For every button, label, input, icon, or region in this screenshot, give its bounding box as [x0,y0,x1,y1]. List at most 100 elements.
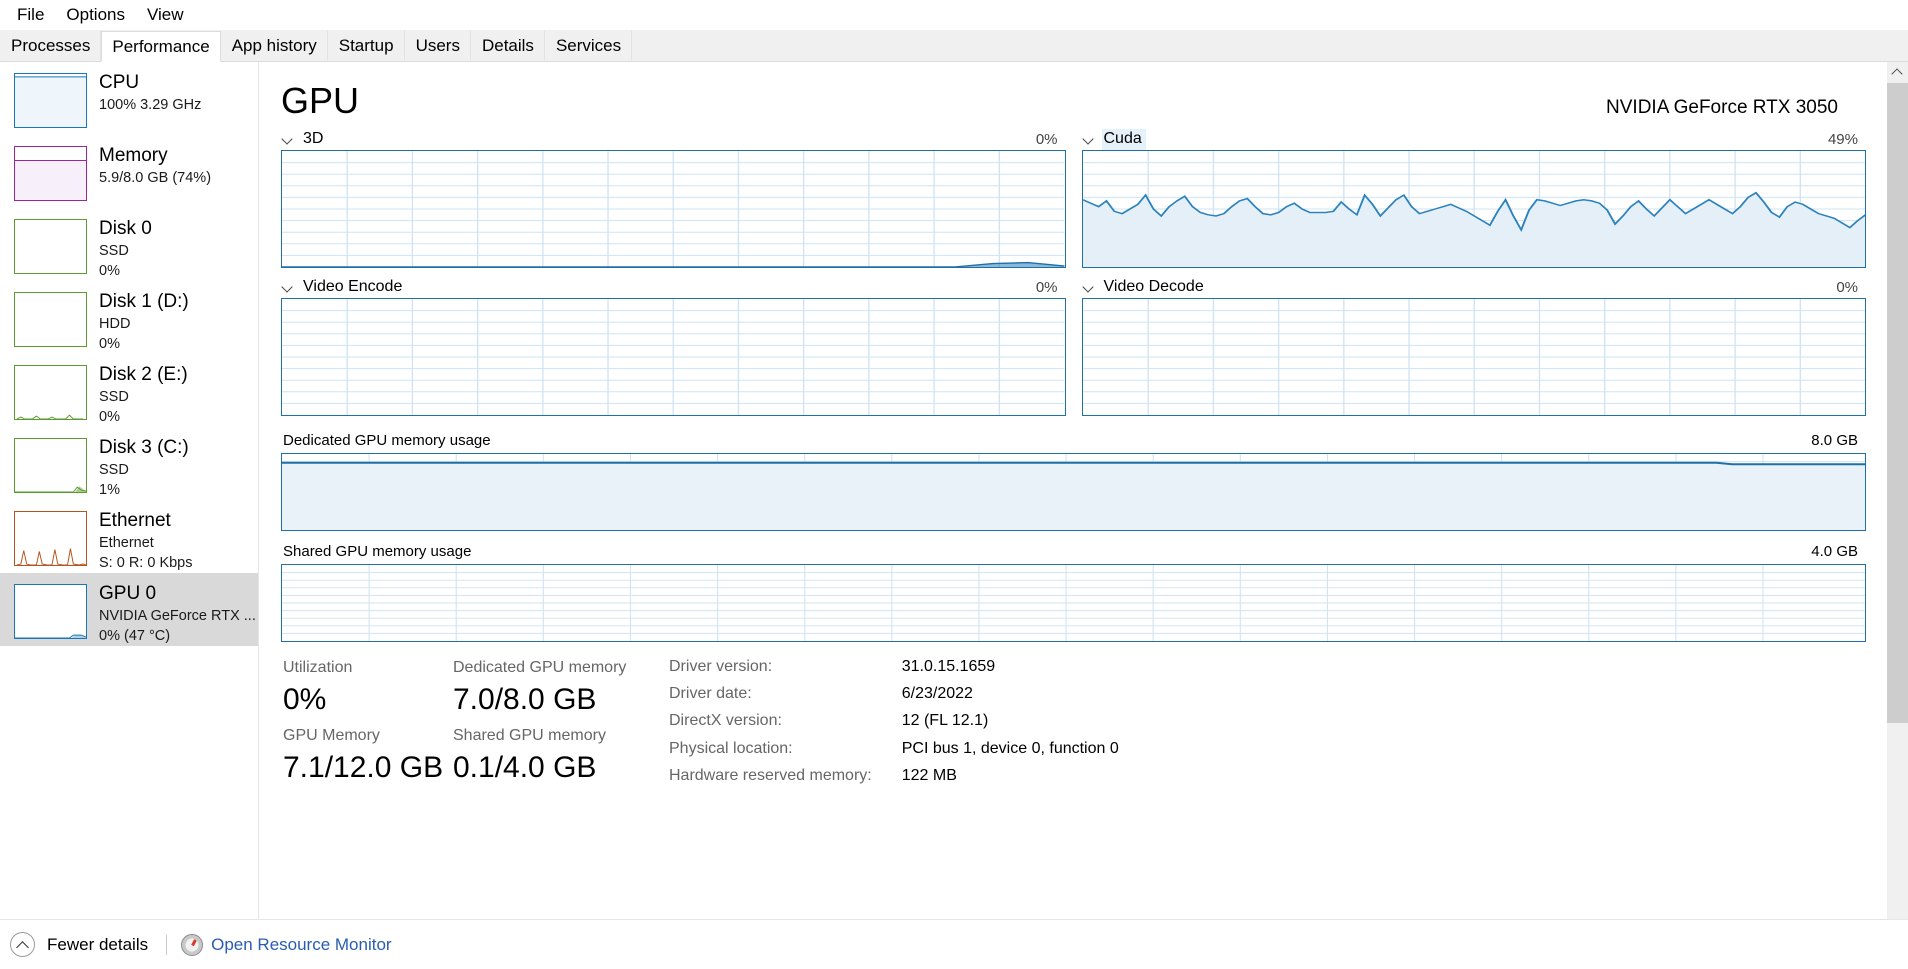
sidebar-item-disk-3[interactable]: Disk 3 (C:) SSD 1% [0,427,258,500]
tab-app-history[interactable]: App history [220,30,328,61]
chevron-up-circle-icon [10,932,35,957]
gpu-detail-panel: GPU NVIDIA GeForce RTX 3050 3D 0% Cuda 4… [259,62,1908,969]
fewer-details-label: Fewer details [47,934,149,954]
graph-cell-cuda: Cuda 49% [1081,128,1867,268]
stat-label-shared-memory: Shared GPU memory [453,727,606,744]
memory-header-dedicated: Dedicated GPU memory usage 8.0 GB [281,426,1866,453]
sidebar-text-ethernet: Ethernet Ethernet S: 0 R: 0 Kbps [99,509,193,573]
graph-header-video-decode: Video Decode 0% [1082,276,1867,298]
chevron-down-icon[interactable] [1082,132,1096,146]
sidebar-text-gpu-0: GPU 0 NVIDIA GeForce RTX ... 0% (47 °C) [99,582,256,646]
disk-3-thumbnail-graph [14,438,87,493]
sidebar-title-gpu-0: GPU 0 [99,583,157,604]
sidebar-sub-gpu-0-model: NVIDIA GeForce RTX ... [99,608,256,624]
sidebar-sub-ethernet-rate: S: 0 R: 0 Kbps [99,555,193,571]
graph-label-cuda[interactable]: Cuda [1101,128,1146,150]
graph-video-decode [1081,298,1866,416]
stat-value-dedicated-memory: 7.0/8.0 GB [453,683,597,716]
tab-services[interactable]: Services [544,30,633,61]
graph-video-encode [281,298,1066,416]
gpu-device-name: NVIDIA GeForce RTX 3050 [1606,97,1838,118]
graph-percent-cuda: 49% [1827,130,1858,148]
graph-header-3d: 3D 0% [281,128,1066,150]
graph-cell-video-decode: Video Decode 0% [1081,276,1867,416]
sidebar-sub-disk-3-usage: 1% [99,482,120,498]
graph-label-video-decode[interactable]: Video Decode [1102,277,1208,298]
tab-performance[interactable]: Performance [101,31,221,62]
sidebar-item-memory[interactable]: Memory 5.9/8.0 GB (74%) [0,135,258,208]
sidebar-sub-disk-1-type: HDD [99,316,131,332]
sidebar-item-cpu[interactable]: CPU 100% 3.29 GHz [0,62,258,135]
stat-value-shared-memory: 0.1/4.0 GB [453,751,597,784]
sidebar-item-disk-2[interactable]: Disk 2 (E:) SSD 0% [0,354,258,427]
graph-percent-video-encode: 0% [1035,278,1058,296]
sidebar-sub-gpu-0-usage: 0% (47 °C) [99,628,171,644]
vertical-scrollbar[interactable] [1887,62,1908,969]
footer-bar: Fewer details Open Resource Monitor [0,919,1908,969]
chevron-down-icon[interactable] [281,132,295,146]
graph-header-video-encode: Video Encode 0% [281,276,1066,298]
sidebar-item-ethernet[interactable]: Ethernet Ethernet S: 0 R: 0 Kbps [0,500,258,573]
sidebar-item-gpu-0[interactable]: GPU 0 NVIDIA GeForce RTX ... 0% (47 °C) [0,573,258,646]
sidebar-sub-disk-0-type: SSD [99,243,129,259]
graph-cell-3d: 3D 0% [281,128,1066,268]
graph-label-3d[interactable]: 3D [301,129,327,150]
menu-item-view[interactable]: View [136,2,195,28]
info-key-directx-version: DirectX version: [669,712,782,730]
page-title: GPU [281,80,360,121]
graph-header-cuda: Cuda 49% [1082,128,1867,150]
sidebar-text-disk-2: Disk 2 (E:) SSD 0% [99,363,188,427]
memory-max-dedicated: 8.0 GB [1811,432,1858,449]
stat-value-utilization: 0% [283,683,327,716]
graph-dedicated-gpu-memory [281,453,1866,531]
sidebar-title-ethernet: Ethernet [99,510,171,531]
sidebar-item-disk-0[interactable]: Disk 0 SSD 0% [0,208,258,281]
stat-value-gpu-memory: 7.1/12.0 GB [283,751,444,784]
sidebar-sub-disk-2-usage: 0% [99,409,120,425]
graph-label-video-encode[interactable]: Video Encode [301,277,406,298]
scrollbar-thumb[interactable] [1887,83,1908,723]
info-value-hardware-reserved-memory: 122 MB [901,766,957,784]
chevron-down-icon[interactable] [281,280,295,294]
stat-label-dedicated-memory: Dedicated GPU memory [453,659,627,676]
memory-label-dedicated: Dedicated GPU memory usage [283,432,491,449]
graph-percent-3d: 0% [1035,130,1058,148]
graph-cuda [1081,150,1866,268]
stat-label-gpu-memory: GPU Memory [283,727,380,744]
tab-details[interactable]: Details [470,30,545,61]
sidebar-sub-disk-0-usage: 0% [99,263,120,279]
fewer-details-button[interactable]: Fewer details [10,932,148,957]
sidebar-text-disk-3: Disk 3 (C:) SSD 1% [99,436,189,500]
tab-strip: Processes Performance App history Startu… [0,30,1908,62]
menu-item-options[interactable]: Options [55,2,136,28]
sidebar-text-memory: Memory 5.9/8.0 GB (74%) [99,144,211,188]
disk-1-thumbnail-graph [14,292,87,347]
menu-item-file[interactable]: File [6,2,55,28]
memory-max-shared: 4.0 GB [1811,543,1858,560]
performance-sidebar[interactable]: CPU 100% 3.29 GHz Memory 5.9/8.0 GB (74%… [0,62,259,969]
scroll-up-arrow-icon[interactable] [1887,62,1908,83]
ethernet-thumbnail-graph [14,511,87,566]
stat-label-utilization: Utilization [283,659,353,676]
memory-label-shared: Shared GPU memory usage [283,543,472,560]
memory-section-dedicated: Dedicated GPU memory usage 8.0 GB [281,426,1866,531]
tab-startup[interactable]: Startup [327,30,405,61]
tab-processes[interactable]: Processes [0,30,102,61]
open-resource-monitor-link[interactable]: Open Resource Monitor [211,935,391,955]
chevron-down-icon[interactable] [1082,280,1096,294]
resource-monitor-icon [181,933,204,956]
graph-3d [281,150,1066,268]
table-row: DirectX version: 12 (FL 12.1) [669,710,1119,737]
info-value-driver-version: 31.0.15.1659 [901,658,996,675]
tab-users[interactable]: Users [404,30,471,61]
info-value-driver-date: 6/23/2022 [901,685,973,703]
sidebar-title-disk-3: Disk 3 (C:) [99,437,189,458]
sidebar-sub-disk-1-usage: 0% [99,336,120,352]
footer-divider [166,934,168,955]
sidebar-text-cpu: CPU 100% 3.29 GHz [99,71,201,115]
info-key-hardware-reserved-memory: Hardware reserved memory: [669,766,872,784]
table-row: Driver date: 6/23/2022 [669,683,1119,710]
gpu-stats: Utilization 0% GPU Memory 7.1/12.0 GB De… [281,642,1866,792]
disk-0-thumbnail-graph [14,219,87,274]
sidebar-item-disk-1[interactable]: Disk 1 (D:) HDD 0% [0,281,258,354]
